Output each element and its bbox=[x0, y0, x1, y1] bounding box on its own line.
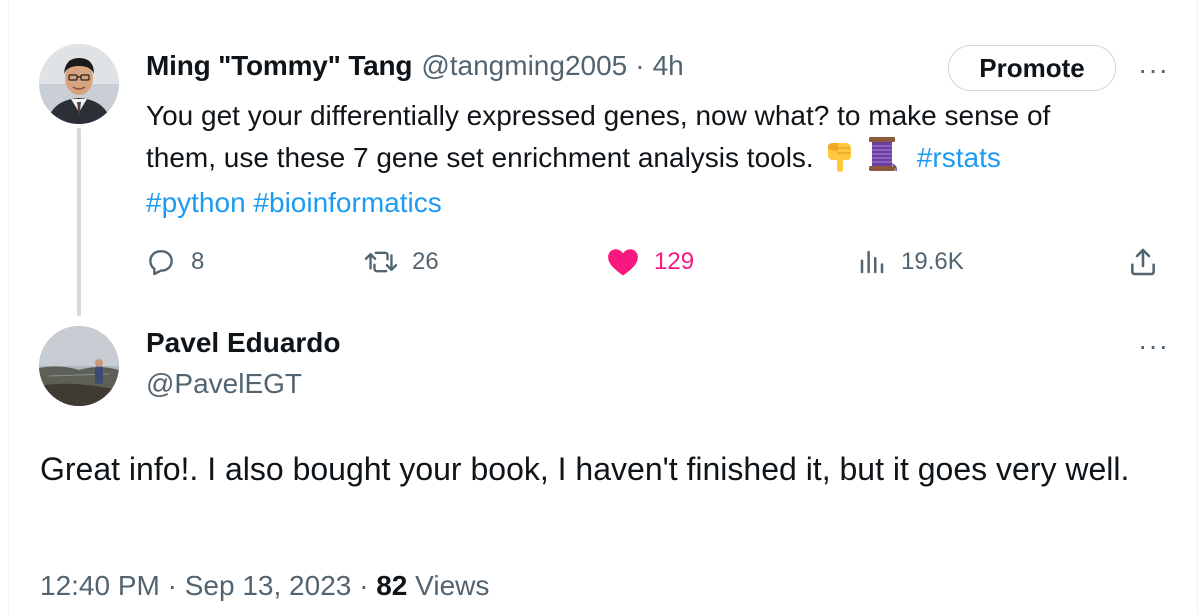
pointing-down-emoji-icon bbox=[824, 139, 854, 183]
like-button[interactable]: 129 bbox=[606, 240, 694, 284]
reply-text: Great info!. I also bought your book, I … bbox=[40, 451, 1130, 487]
author-avatar[interactable] bbox=[39, 44, 119, 124]
more-options-icon[interactable]: ··· bbox=[1138, 56, 1169, 84]
hashtag-python-link[interactable]: #python bbox=[146, 187, 246, 218]
thread-connector-line bbox=[77, 128, 81, 316]
header-separator: · bbox=[635, 50, 645, 81]
frame-left-border bbox=[0, 0, 9, 614]
reply-views-label: Views bbox=[415, 570, 490, 601]
reply-time[interactable]: 12:40 PM bbox=[40, 570, 160, 601]
views-count: 19.6K bbox=[901, 248, 964, 275]
reply-button[interactable]: 8 bbox=[145, 240, 204, 284]
tweet-text-line1: You get your differentially expressed ge… bbox=[146, 100, 1051, 131]
meta-separator-2: · bbox=[359, 570, 369, 601]
reply-date[interactable]: Sep 13, 2023 bbox=[185, 570, 352, 601]
tweet-text: You get your differentially expressed ge… bbox=[146, 96, 1156, 222]
tweet-actions-bar: 8 26 129 19.6K bbox=[0, 240, 1204, 284]
reply-count: 8 bbox=[191, 248, 205, 275]
reply-author-handle[interactable]: @PavelEGT bbox=[146, 368, 302, 400]
hashtag-bioinformatics-link[interactable]: #bioinformatics bbox=[253, 187, 441, 218]
retweet-icon bbox=[364, 251, 398, 273]
reply-author-avatar[interactable] bbox=[39, 326, 119, 406]
tweet-time[interactable]: 4h bbox=[653, 50, 684, 82]
reply-icon bbox=[149, 250, 173, 276]
meta-separator-1: · bbox=[167, 570, 177, 601]
hashtag-rstats-link[interactable]: #rstats bbox=[917, 142, 1001, 173]
share-icon bbox=[1131, 248, 1155, 276]
author-handle[interactable]: @tangming2005 bbox=[421, 50, 627, 82]
spool-of-thread-emoji-icon bbox=[865, 135, 899, 183]
reply-more-options-icon[interactable]: ··· bbox=[1138, 332, 1169, 360]
tweet-text-line2: them, use these 7 gene set enrichment an… bbox=[146, 142, 814, 173]
heart-icon bbox=[608, 249, 638, 276]
reply-views-count: 82 bbox=[376, 570, 408, 601]
promote-button[interactable]: Promote bbox=[948, 45, 1116, 91]
frame-right-border bbox=[1197, 0, 1204, 614]
retweet-button[interactable]: 26 bbox=[364, 240, 439, 284]
views-button[interactable]: 19.6K bbox=[857, 240, 964, 284]
author-name[interactable]: Ming "Tommy" Tang bbox=[146, 50, 413, 82]
share-button[interactable] bbox=[1127, 240, 1159, 284]
like-count: 129 bbox=[654, 248, 695, 275]
tweet-header: Ming "Tommy" Tang @tangming2005 · 4h bbox=[146, 46, 684, 86]
reply-metadata: 12:40 PM · Sep 13, 2023 · 82 Views bbox=[40, 570, 489, 602]
reply-author-name[interactable]: Pavel Eduardo bbox=[146, 327, 341, 359]
analytics-icon bbox=[860, 250, 884, 274]
retweet-count: 26 bbox=[412, 248, 439, 275]
